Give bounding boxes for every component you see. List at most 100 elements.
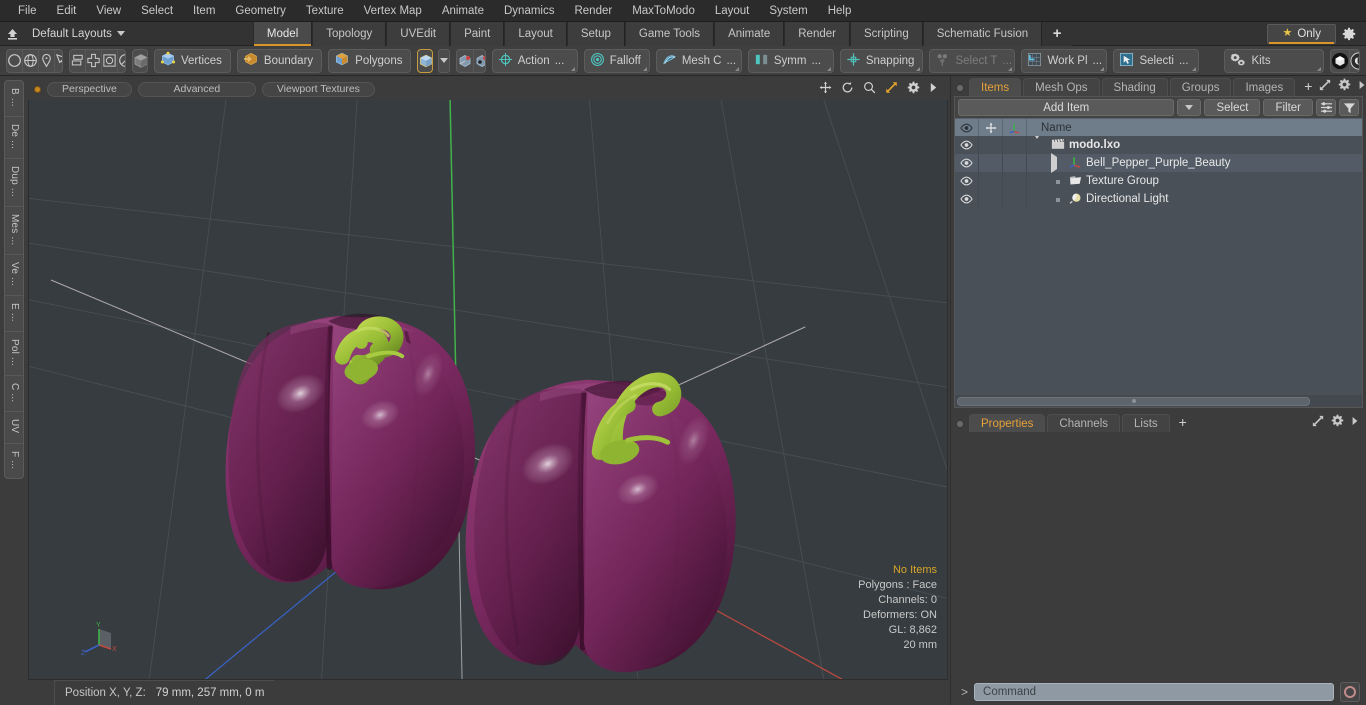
tree-toggle-scene[interactable] — [1033, 136, 1047, 151]
tab-model[interactable]: Model — [252, 21, 313, 46]
tab-render[interactable]: Render — [784, 21, 850, 46]
left-tab-curve[interactable]: C ... — [5, 376, 23, 413]
menu-item-view[interactable]: View — [86, 0, 131, 22]
chevron-right-icon[interactable] — [929, 82, 938, 96]
tab-items[interactable]: Items — [969, 78, 1022, 96]
gear-icon[interactable] — [907, 81, 920, 97]
table-row[interactable]: Directional Light — [955, 190, 1362, 208]
mirror-icon[interactable] — [70, 49, 87, 72]
row-lock-toggle[interactable] — [979, 172, 1003, 190]
symmetry-button[interactable]: Symm ... — [747, 48, 834, 73]
row-axis-toggle[interactable] — [1003, 154, 1027, 172]
tab-scripting[interactable]: Scripting — [849, 21, 923, 46]
left-tab-duplicate[interactable]: Dup ... — [5, 159, 23, 207]
eye-icon[interactable] — [955, 118, 979, 137]
tab-game-tools[interactable]: Game Tools — [624, 21, 715, 46]
move-lock-icon[interactable] — [979, 118, 1003, 137]
hscrollbar-thumb[interactable] — [957, 396, 1310, 406]
left-tab-polygon[interactable]: Pol ... — [5, 332, 23, 376]
tab-topology[interactable]: Topology — [312, 21, 387, 46]
axis-icon[interactable] — [1003, 118, 1027, 137]
row-visibility-toggle[interactable] — [955, 190, 979, 208]
left-tab-deform[interactable]: De ... — [5, 117, 23, 159]
row-visibility-toggle[interactable] — [955, 136, 979, 154]
modo-badge-icon[interactable] — [1331, 49, 1351, 72]
unreal-badge-icon[interactable] — [1350, 50, 1360, 72]
mesh-constraint-button[interactable]: Mesh C ... — [655, 48, 742, 73]
tab-layout[interactable]: Layout — [504, 21, 567, 46]
menu-item-texture[interactable]: Texture — [296, 0, 354, 22]
selection-mode-boundary[interactable]: Boundary — [236, 48, 323, 73]
select-through-button[interactable]: Select T ... — [929, 48, 1016, 73]
command-input[interactable]: Command — [974, 683, 1334, 701]
menu-item-item[interactable]: Item — [183, 0, 225, 22]
pan-icon[interactable] — [819, 81, 832, 97]
filter-funnel-icon[interactable] — [1339, 99, 1359, 116]
item-list[interactable]: modo.lxo Bell_Pepper_Purple_Beauty Textu… — [955, 136, 1362, 395]
circle-icon[interactable] — [7, 49, 23, 72]
add-panel-tab-button[interactable]: + — [1297, 79, 1319, 93]
work-plane-button[interactable]: Work Pl ... — [1021, 48, 1108, 73]
table-row[interactable]: modo.lxo — [955, 136, 1362, 154]
3d-viewport[interactable]: No Items Polygons : Face Channels: 0 Def… — [28, 100, 948, 680]
polygon-pen-icon[interactable] — [55, 50, 63, 72]
chevron-right-icon[interactable] — [1351, 416, 1359, 429]
menu-item-vertex-map[interactable]: Vertex Map — [354, 0, 432, 22]
selection-mode-polygons[interactable]: Polygons — [328, 48, 412, 73]
menu-item-file[interactable]: File — [8, 0, 47, 22]
left-tab-mesh-edit[interactable]: Mes ... — [5, 207, 23, 256]
table-row[interactable]: Texture Group — [955, 172, 1362, 190]
row-axis-toggle[interactable] — [1003, 172, 1027, 190]
item-list-hscrollbar[interactable] — [955, 395, 1362, 407]
cube-solid-icon[interactable] — [133, 50, 148, 72]
globe-icon[interactable] — [23, 49, 39, 72]
tree-toggle-mesh[interactable] — [1051, 153, 1065, 173]
tab-images[interactable]: Images — [1233, 78, 1296, 96]
list-options-icon[interactable] — [1316, 99, 1336, 116]
menu-item-select[interactable]: Select — [131, 0, 183, 22]
properties-content-area[interactable] — [951, 432, 1366, 679]
viewport-camera-selector[interactable]: Perspective — [47, 81, 132, 97]
add-item-dropdown[interactable] — [1177, 99, 1202, 116]
item-name-cell[interactable]: Directional Light — [1027, 192, 1362, 207]
axis-gizmo[interactable]: Y X Z — [81, 619, 123, 661]
tab-mesh-ops[interactable]: Mesh Ops — [1023, 78, 1100, 96]
tab-setup[interactable]: Setup — [566, 21, 625, 46]
layout-preset-selector[interactable]: Default Layouts — [24, 28, 133, 40]
item-name-cell[interactable]: modo.lxo — [1027, 136, 1362, 153]
left-tab-basic[interactable]: B ... — [5, 81, 23, 117]
menu-item-layout[interactable]: Layout — [705, 0, 760, 22]
row-axis-toggle[interactable] — [1003, 190, 1027, 208]
row-axis-toggle[interactable] — [1003, 136, 1027, 154]
pivot-auto-icon[interactable] — [474, 50, 485, 72]
gear-icon[interactable] — [1331, 414, 1344, 430]
add-tab-button[interactable]: + — [1042, 21, 1073, 46]
square-select-icon[interactable] — [102, 49, 119, 72]
fit-icon[interactable] — [885, 81, 898, 97]
menu-item-dynamics[interactable]: Dynamics — [494, 0, 564, 22]
tab-groups[interactable]: Groups — [1169, 78, 1232, 96]
only-toggle-button[interactable]: ★ Only — [1267, 23, 1336, 44]
rotate-icon[interactable] — [841, 81, 854, 97]
tab-schematic-fusion[interactable]: Schematic Fusion — [922, 21, 1043, 46]
filter-button[interactable]: Filter — [1263, 99, 1313, 116]
expand-icon[interactable] — [1319, 79, 1331, 94]
gear-icon[interactable] — [1338, 78, 1351, 94]
selection-sets-button[interactable]: Selecti ... — [1113, 48, 1200, 73]
item-name-cell[interactable]: Texture Group — [1027, 174, 1362, 189]
menu-item-maxtomodo[interactable]: MaxToModo — [622, 0, 705, 22]
zoom-icon[interactable] — [863, 81, 876, 97]
row-visibility-toggle[interactable] — [955, 154, 979, 172]
tab-uvedit[interactable]: UVEdit — [386, 21, 451, 46]
row-visibility-toggle[interactable] — [955, 172, 979, 190]
snapping-button[interactable]: Snapping — [839, 48, 924, 73]
center-icon[interactable] — [86, 49, 103, 72]
home-icon[interactable] — [0, 23, 24, 45]
lasso-icon[interactable] — [118, 50, 126, 72]
expand-icon[interactable] — [1312, 415, 1324, 430]
table-row[interactable]: Bell_Pepper_Purple_Beauty — [955, 153, 1362, 173]
add-properties-tab-button[interactable]: + — [1172, 415, 1194, 429]
tab-paint[interactable]: Paint — [450, 21, 505, 46]
tab-shading[interactable]: Shading — [1101, 78, 1168, 96]
chevron-right-icon[interactable] — [1358, 80, 1366, 93]
